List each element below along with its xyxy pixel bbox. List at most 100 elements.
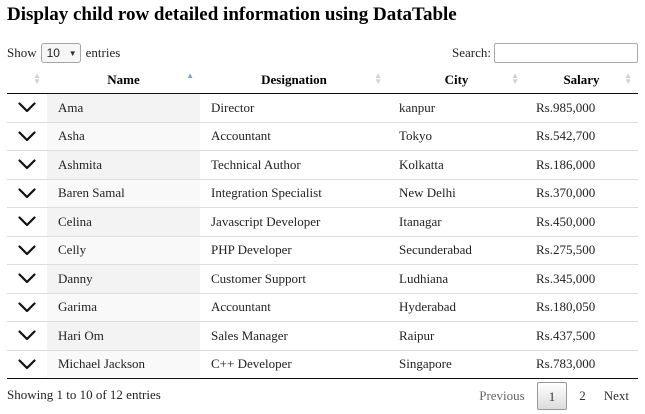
cell-designation: Accountant	[200, 121, 388, 151]
search-filter: Search:	[452, 41, 638, 65]
cell-city: Hyderabad	[388, 292, 525, 322]
cell-name: Hari Om	[47, 321, 200, 350]
page-title: Display child row detailed information u…	[7, 4, 457, 25]
sort-icon: ▲ ▼	[33, 71, 41, 86]
chevron-down-icon	[7, 330, 47, 341]
expand-row-button[interactable]	[7, 264, 47, 293]
expand-row-button[interactable]	[7, 321, 47, 350]
page-button-1[interactable]: 1	[536, 382, 568, 410]
show-label: Show	[7, 45, 37, 60]
pagination: Previous 1 2 Next	[470, 381, 638, 411]
column-header-name-label: Name	[107, 71, 140, 87]
cell-salary: Rs.450,000	[525, 207, 638, 236]
table-row: Celina Javascript Developer Itanagar Rs.450…	[7, 207, 638, 236]
expand-row-button[interactable]	[7, 207, 47, 236]
cell-salary: Rs.275,500	[525, 235, 638, 265]
column-header-salary[interactable]: Salary ▲ ▼	[525, 66, 638, 94]
expand-row-button[interactable]	[7, 292, 47, 322]
cell-salary: Rs.542,700	[525, 121, 638, 151]
expand-row-button[interactable]	[7, 349, 47, 379]
table-row: Hari Om Sales Manager Raipur Rs.437,500	[7, 321, 638, 350]
cell-designation: Customer Support	[200, 264, 388, 293]
sort-icon: ▲ ▼	[374, 71, 382, 86]
expand-row-button[interactable]	[7, 121, 47, 151]
sort-icon: ▲ ▼	[624, 71, 632, 86]
table-row: Baren Samal Integration Specialist New Del…	[7, 178, 638, 208]
cell-designation: C++ Developer	[200, 349, 388, 379]
column-header-city-label: City	[444, 71, 469, 87]
chevron-down-icon	[7, 245, 47, 256]
cell-name: Celina	[47, 207, 200, 236]
cell-name: Asha	[47, 121, 200, 151]
column-header-name[interactable]: Name ▲	[47, 66, 200, 94]
cell-city: Itanagar	[388, 207, 525, 236]
cell-designation: Javascript Developer	[200, 207, 388, 236]
cell-designation: Technical Author	[200, 150, 388, 179]
chevron-down-icon: ▼	[68, 48, 77, 58]
cell-name: Baren Samal	[47, 178, 200, 208]
cell-designation: Accountant	[200, 292, 388, 322]
next-page-button[interactable]: Next	[595, 382, 638, 410]
cell-salary: Rs.180,050	[525, 292, 638, 322]
table-row: Ama Director kanpur Rs.985,000	[7, 93, 638, 123]
table-header-row: ▲ ▼ Name ▲ Designation ▲ ▼ City ▲ ▼ Salary …	[7, 66, 638, 94]
chevron-down-icon	[7, 159, 47, 170]
chevron-down-icon	[7, 302, 47, 313]
table-body: Ama Director kanpur Rs.985,000 Asha Accountan…	[7, 93, 638, 379]
cell-salary: Rs.186,000	[525, 150, 638, 179]
cell-name: Danny	[47, 264, 200, 293]
cell-city: Secunderabad	[388, 235, 525, 265]
cell-name: Garima	[47, 292, 200, 322]
cell-city: Ludhiana	[388, 264, 525, 293]
table-row: Ashmita Technical Author Kolkatta Rs.186,00…	[7, 150, 638, 179]
expand-row-button[interactable]	[7, 94, 47, 123]
search-input[interactable]	[494, 43, 638, 63]
cell-salary: Rs.985,000	[536, 99, 596, 115]
column-header-designation[interactable]: Designation ▲ ▼	[200, 66, 388, 94]
table-row: Michael Jackson C++ Developer Singapore Rs.…	[7, 349, 638, 379]
cell-name: Michael Jackson	[47, 349, 200, 379]
chevron-down-icon	[7, 188, 47, 199]
cell-name: Ashmita	[47, 150, 200, 179]
data-table: ▲ ▼ Name ▲ Designation ▲ ▼ City ▲ ▼ Salary …	[7, 66, 638, 379]
table-info: Showing 1 to 10 of 12 entries	[7, 387, 161, 402]
table-row: Asha Accountant Tokyo Rs.542,700	[7, 121, 638, 151]
cell-city: kanpur	[399, 99, 436, 115]
expand-row-button[interactable]	[7, 150, 47, 179]
cell-city: New Delhi	[388, 178, 525, 208]
expand-row-button[interactable]	[7, 235, 47, 265]
column-header-city[interactable]: City ▲ ▼	[388, 66, 525, 94]
column-header-designation-label: Designation	[261, 71, 327, 87]
table-row: Garima Accountant Hyderabad Rs.180,050	[7, 292, 638, 322]
cell-city: Tokyo	[388, 121, 525, 151]
cell-salary: Rs.370,000	[525, 178, 638, 208]
previous-page-button[interactable]: Previous	[470, 382, 534, 410]
chevron-down-icon	[7, 273, 47, 284]
table-row: Celly PHP Developer Secunderabad Rs.275,500	[7, 235, 638, 265]
page-button-2[interactable]: 2	[570, 382, 595, 410]
chevron-down-icon	[7, 131, 47, 142]
cell-designation: Integration Specialist	[200, 178, 388, 208]
search-label: Search:	[452, 45, 491, 60]
table-toolbar: Show 10 ▼ entries Search:	[7, 41, 638, 65]
cell-designation: Director	[211, 99, 255, 115]
cell-salary: Rs.437,500	[525, 321, 638, 350]
cell-salary: Rs.783,000	[525, 349, 638, 379]
chevron-down-icon	[7, 102, 47, 113]
cell-city: Singapore	[388, 349, 525, 379]
entries-length-control: Show 10 ▼ entries	[7, 41, 120, 65]
chevron-down-icon	[7, 359, 47, 370]
cell-name: Ama	[47, 93, 200, 122]
cell-designation: PHP Developer	[200, 235, 388, 265]
table-row: Danny Customer Support Ludhiana Rs.345,000	[7, 264, 638, 293]
column-header-salary-label: Salary	[563, 71, 600, 87]
cell-city: Kolkatta	[388, 150, 525, 179]
cell-salary: Rs.345,000	[525, 264, 638, 293]
expand-row-button[interactable]	[7, 178, 47, 208]
cell-city: Raipur	[388, 321, 525, 350]
entries-label: entries	[85, 45, 121, 60]
entries-per-page-select[interactable]: 10 ▼	[40, 43, 81, 63]
column-header-control[interactable]: ▲ ▼	[7, 66, 47, 94]
cell-name: Celly	[47, 235, 200, 265]
cell-designation: Sales Manager	[200, 321, 388, 350]
